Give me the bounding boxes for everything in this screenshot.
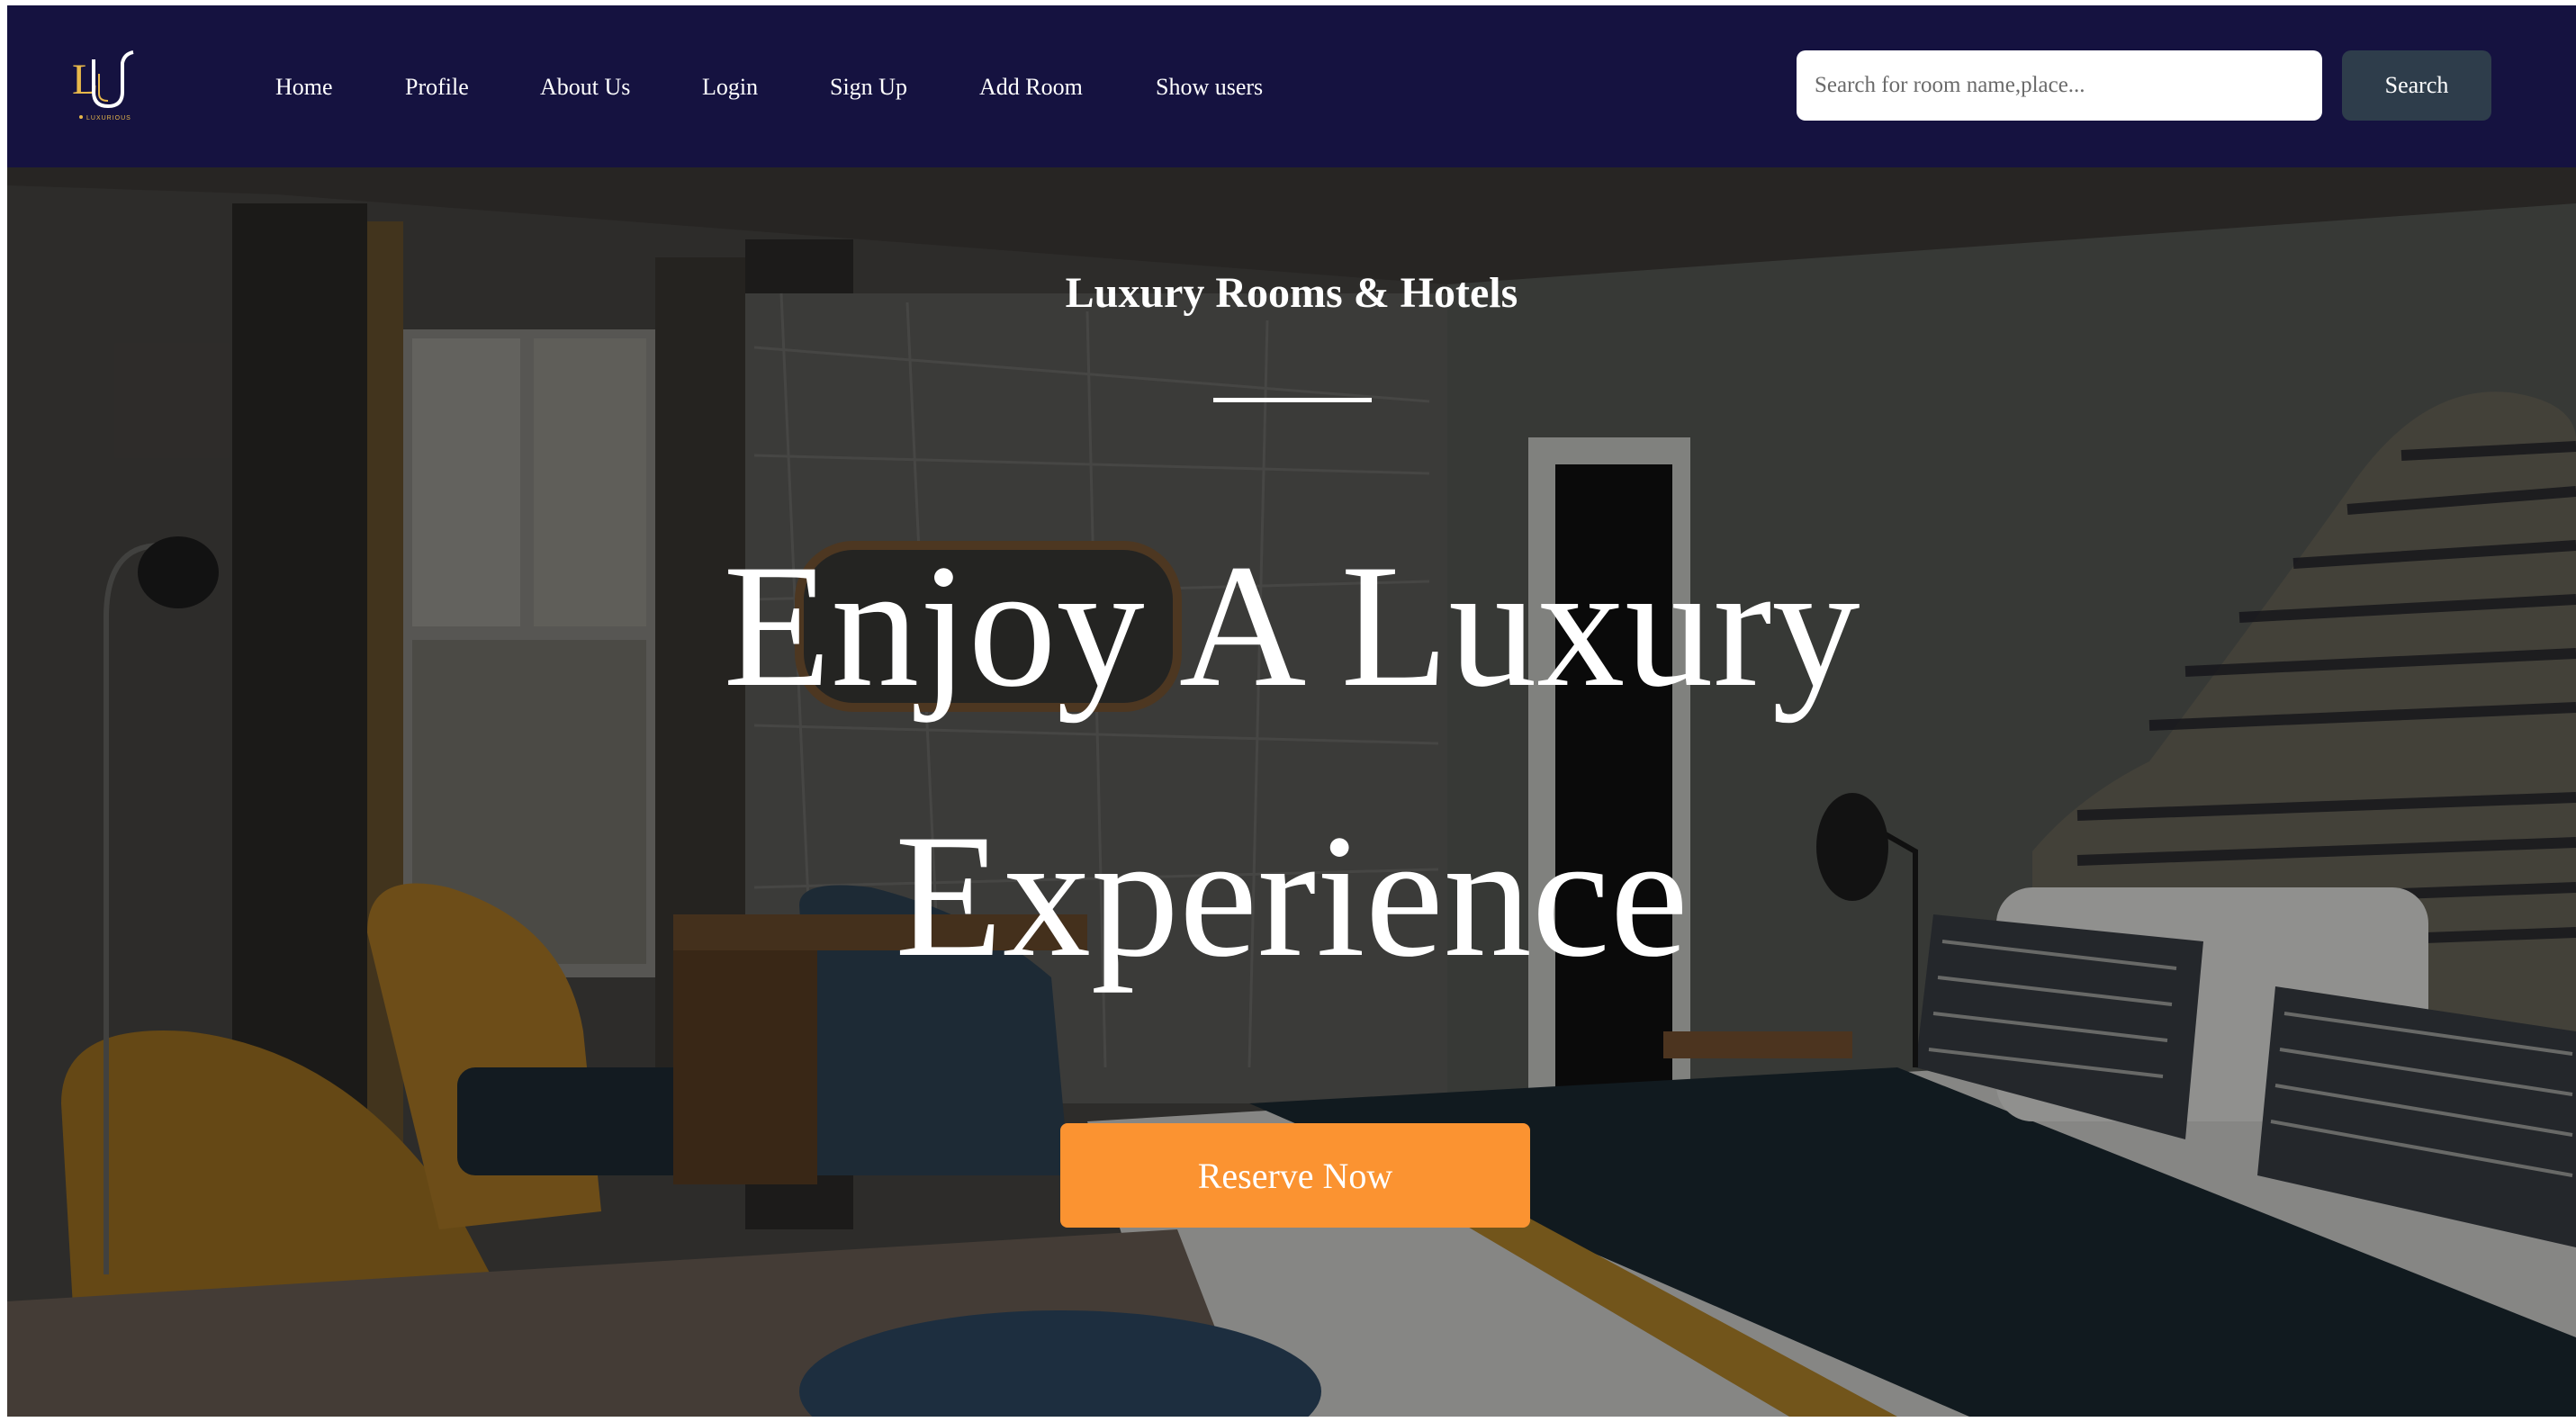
search-button[interactable]: Search <box>2342 50 2491 121</box>
hero-title-line-1: Enjoy A Luxury <box>723 528 1860 724</box>
hero-title: Enjoy A Luxury Experience <box>7 491 2576 1031</box>
nav-about-link[interactable]: About Us <box>540 74 630 101</box>
nav-add-room-link[interactable]: Add Room <box>979 74 1083 101</box>
nav-login-link[interactable]: Login <box>702 74 758 101</box>
nav-signup-link[interactable]: Sign Up <box>830 74 907 101</box>
nav-profile-link[interactable]: Profile <box>405 74 469 101</box>
main-nav: Home Profile About Us Login Sign Up Add … <box>7 5 1357 167</box>
hero-title-line-2: Experience <box>895 798 1689 994</box>
search-input[interactable] <box>1797 50 2322 121</box>
hero-divider <box>1213 398 1372 402</box>
reserve-now-button[interactable]: Reserve Now <box>1060 1123 1530 1228</box>
nav-home-link[interactable]: Home <box>275 74 333 101</box>
navbar: L LUXURIOUS Home Profile About Us Login … <box>7 5 2576 167</box>
page-frame: L LUXURIOUS Home Profile About Us Login … <box>7 5 2576 1417</box>
hero-section: Luxury Rooms & Hotels Enjoy A Luxury Exp… <box>7 167 2576 1417</box>
hero-subtitle: Luxury Rooms & Hotels <box>1065 269 1518 317</box>
nav-show-users-link[interactable]: Show users <box>1156 74 1263 101</box>
